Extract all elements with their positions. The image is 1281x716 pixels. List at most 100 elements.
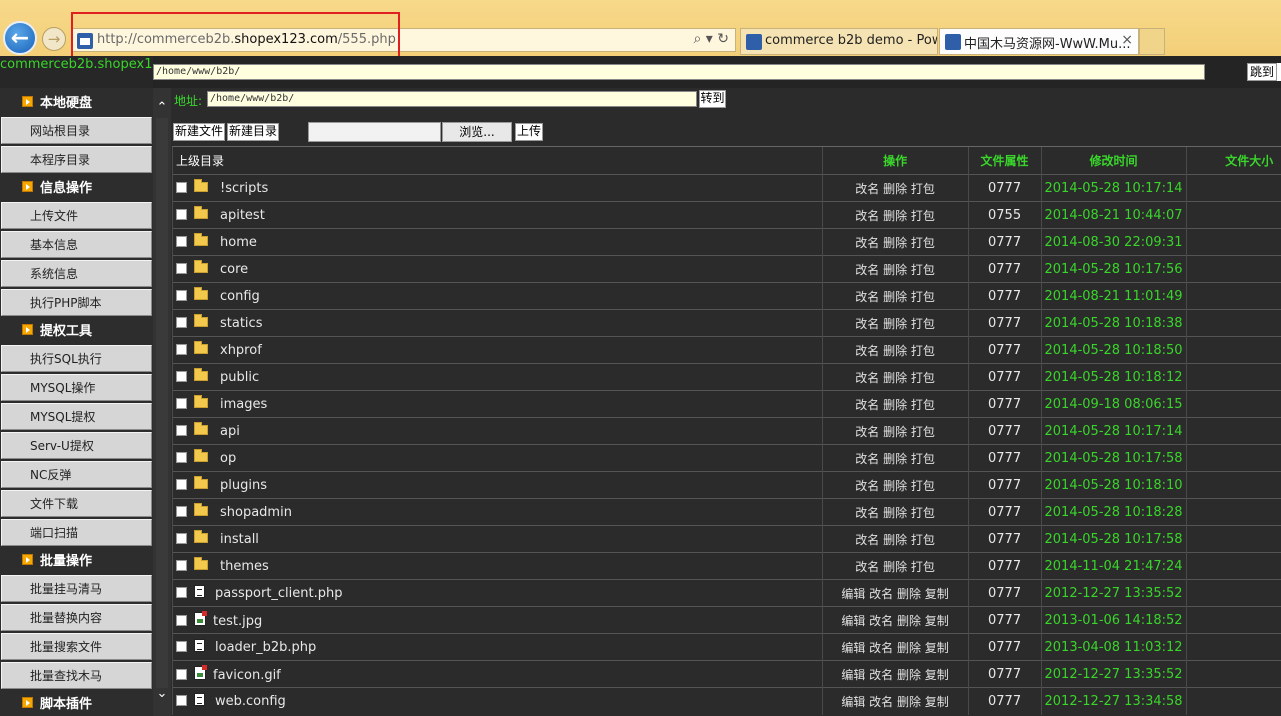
file-name-link[interactable]: config: [220, 289, 260, 304]
file-permission[interactable]: 0777: [967, 606, 1042, 634]
close-tab-icon[interactable]: ×: [1121, 32, 1133, 48]
file-permission[interactable]: 0777: [967, 228, 1042, 256]
row-checkbox[interactable]: [176, 262, 187, 274]
row-checkbox[interactable]: [176, 559, 187, 571]
file-mtime[interactable]: 2014-05-28 10:17:14: [1040, 174, 1187, 202]
sidebar-item-mysql-escalate[interactable]: MYSQL提权: [1, 403, 152, 430]
file-permission[interactable]: 0777: [967, 390, 1042, 418]
file-mtime[interactable]: 2014-08-21 10:44:07: [1040, 201, 1187, 229]
sidebar-item-batch-inject[interactable]: 批量挂马清马: [1, 575, 152, 602]
file-mtime[interactable]: 2012-12-27 13:34:58: [1040, 687, 1187, 715]
file-actions[interactable]: 编辑 改名 删除 复制: [821, 606, 969, 634]
row-checkbox[interactable]: [176, 370, 187, 382]
row-checkbox[interactable]: [176, 614, 187, 626]
file-actions[interactable]: 改名 删除 打包: [821, 471, 969, 499]
row-checkbox[interactable]: [176, 397, 187, 409]
back-arrow-icon[interactable]: ←: [3, 21, 37, 55]
file-name-link[interactable]: core: [220, 262, 248, 277]
sidebar-item-batch-replace[interactable]: 批量替换内容: [1, 604, 152, 631]
file-permission[interactable]: 0777: [967, 309, 1042, 337]
sidebar-item-upload-file[interactable]: 上传文件: [1, 202, 152, 229]
file-name-link[interactable]: images: [220, 397, 267, 412]
file-mtime[interactable]: 2014-05-28 10:17:58: [1040, 444, 1187, 472]
file-mtime[interactable]: 2013-04-08 11:03:12: [1040, 633, 1187, 661]
file-name-link[interactable]: install: [220, 532, 259, 547]
file-permission[interactable]: 0777: [967, 417, 1042, 445]
file-actions[interactable]: 改名 删除 打包: [821, 498, 969, 526]
row-checkbox[interactable]: [176, 668, 187, 680]
file-mtime[interactable]: 2014-05-28 10:17:56: [1040, 255, 1187, 283]
row-checkbox[interactable]: [176, 424, 187, 436]
goto-button[interactable]: 转到: [699, 90, 726, 108]
file-permission[interactable]: 0777: [967, 444, 1042, 472]
scroll-up-chevron-icon[interactable]: ⌃: [154, 100, 170, 116]
sidebar-item-basic-info[interactable]: 基本信息: [1, 231, 152, 258]
file-name-link[interactable]: api: [220, 424, 240, 439]
file-permission[interactable]: 0777: [967, 687, 1042, 715]
file-mtime[interactable]: 2014-05-28 10:18:28: [1040, 498, 1187, 526]
file-permission[interactable]: 0777: [967, 282, 1042, 310]
sidebar-item-run-php[interactable]: 执行PHP脚本: [1, 289, 152, 316]
file-name-link[interactable]: loader_b2b.php: [215, 640, 316, 655]
file-mtime[interactable]: 2014-11-04 21:47:24: [1040, 552, 1187, 580]
forward-arrow-icon[interactable]: →: [42, 27, 66, 51]
file-actions[interactable]: 改名 删除 打包: [821, 417, 969, 445]
row-checkbox[interactable]: [176, 532, 187, 544]
file-actions[interactable]: 改名 删除 打包: [821, 282, 969, 310]
file-mtime[interactable]: 2014-05-28 10:18:38: [1040, 309, 1187, 337]
file-permission[interactable]: 0755: [967, 201, 1042, 229]
file-permission[interactable]: 0777: [967, 525, 1042, 553]
path-input[interactable]: /home/www/b2b/: [207, 91, 697, 107]
file-permission[interactable]: 0777: [967, 633, 1042, 661]
file-name-link[interactable]: !scripts: [220, 181, 268, 196]
sidebar-item-file-download[interactable]: 文件下载: [1, 490, 152, 517]
file-name-link[interactable]: shopadmin: [220, 505, 292, 520]
file-actions[interactable]: 改名 删除 打包: [821, 525, 969, 553]
browse-button[interactable]: 浏览...: [442, 122, 512, 142]
file-mtime[interactable]: 2014-08-30 22:09:31: [1040, 228, 1187, 256]
file-name-link[interactable]: home: [220, 235, 257, 250]
row-checkbox[interactable]: [176, 235, 187, 247]
sidebar-item-port-scan[interactable]: 端口扫描: [1, 519, 152, 546]
row-checkbox[interactable]: [176, 505, 187, 517]
new-dir-button[interactable]: 新建目录: [227, 123, 279, 141]
file-actions[interactable]: 改名 删除 打包: [821, 336, 969, 364]
file-actions[interactable]: 编辑 改名 删除 复制: [821, 660, 969, 688]
tab-active-trojan-site[interactable]: 中国木马资源网-WwW.Mu... ×: [939, 28, 1139, 55]
file-permission[interactable]: 0777: [967, 660, 1042, 688]
file-mtime[interactable]: 2014-09-18 08:06:15: [1040, 390, 1187, 418]
search-refresh-icons[interactable]: ⌕ ▾ ↻: [694, 31, 730, 47]
file-actions[interactable]: 改名 删除 打包: [821, 174, 969, 202]
row-checkbox[interactable]: [176, 208, 187, 220]
file-permission[interactable]: 0777: [967, 471, 1042, 499]
file-permission[interactable]: 0777: [967, 498, 1042, 526]
new-file-button[interactable]: 新建文件: [173, 123, 225, 141]
sidebar-item-nc-reverse[interactable]: NC反弹: [1, 461, 152, 488]
file-actions[interactable]: 改名 删除 打包: [821, 228, 969, 256]
file-mtime[interactable]: 2013-01-06 14:18:52: [1040, 606, 1187, 634]
file-actions[interactable]: 改名 删除 打包: [821, 255, 969, 283]
file-name-link[interactable]: op: [220, 451, 236, 466]
file-actions[interactable]: 编辑 改名 删除 复制: [821, 633, 969, 661]
row-checkbox[interactable]: [176, 289, 187, 301]
file-name-link[interactable]: web.config: [215, 694, 286, 709]
file-mtime[interactable]: 2014-05-28 10:17:58: [1040, 525, 1187, 553]
file-actions[interactable]: 改名 删除 打包: [821, 309, 969, 337]
top-path-input[interactable]: /home/www/b2b/: [153, 64, 1205, 80]
file-actions[interactable]: 改名 删除 打包: [821, 201, 969, 229]
file-mtime[interactable]: 2014-08-21 11:01:49: [1040, 282, 1187, 310]
file-mtime[interactable]: 2014-05-28 10:18:10: [1040, 471, 1187, 499]
sidebar-item-servu-escalate[interactable]: Serv-U提权: [1, 432, 152, 459]
sidebar-scrollbar[interactable]: ⌃ ⌄: [153, 88, 171, 716]
scrollbar-thumb[interactable]: [156, 118, 168, 688]
file-permission[interactable]: 0777: [967, 579, 1042, 607]
scroll-down-chevron-icon[interactable]: ⌄: [154, 686, 170, 702]
row-checkbox[interactable]: [176, 587, 187, 598]
file-name-link[interactable]: favicon.gif: [213, 668, 281, 683]
file-permission[interactable]: 0777: [967, 552, 1042, 580]
row-checkbox[interactable]: [176, 343, 187, 355]
upload-file-field[interactable]: [308, 122, 441, 142]
file-name-link[interactable]: apitest: [220, 208, 265, 223]
file-mtime[interactable]: 2014-05-28 10:17:14: [1040, 417, 1187, 445]
sidebar-item-mysql-ops[interactable]: MYSQL操作: [1, 374, 152, 401]
